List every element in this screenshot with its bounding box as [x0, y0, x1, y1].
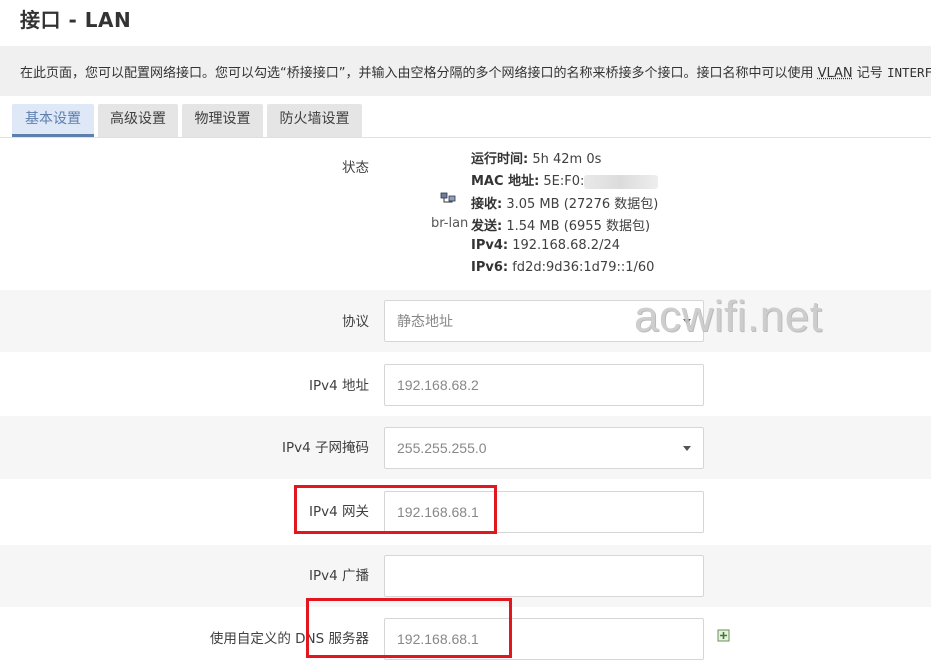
status-row: 状态 [0, 138, 931, 290]
ipv4-key: IPv4: [471, 238, 509, 253]
description-code: INTERFACE [886, 65, 931, 80]
broadcast-label: IPv4 广播 [309, 568, 369, 584]
mac-value: 5E:F0: [543, 174, 585, 189]
tab-firewall-settings[interactable]: 防火墙设置 [267, 104, 362, 137]
vlan-abbr: VLAN [817, 66, 853, 81]
add-entry-icon[interactable] [717, 628, 731, 642]
tab-physical-settings[interactable]: 物理设置 [182, 104, 263, 137]
description-text: 在此页面，您可以配置网络接口。您可以勾选“桥接接口”，并输入由空格分隔的多个网络… [20, 66, 818, 81]
watermark: acwifi.net [634, 292, 823, 341]
netmask-value: 255.255.255.0 [397, 440, 487, 456]
highlight-box [294, 485, 497, 534]
tx-value: 1.54 MB (6955 数据包) [506, 219, 651, 234]
ipv4-value: 192.168.68.2/24 [512, 238, 620, 253]
status-ipv6: IPv6: fd2d:9d36:1d79::1/60 [471, 260, 654, 275]
rx-value: 3.05 MB (27276 数据包) [506, 197, 659, 212]
page-title: 接口 - LAN [20, 8, 132, 32]
ipv4-address-input[interactable]: 192.168.68.2 [384, 364, 704, 406]
protocol-label: 协议 [342, 314, 369, 330]
broadcast-input[interactable] [384, 555, 704, 597]
netmask-label: IPv4 子网掩码 [282, 440, 369, 456]
mac-key: MAC 地址: [471, 174, 540, 189]
status-tx: 发送: 1.54 MB (6955 数据包) [471, 215, 650, 234]
ipv4-address-row: IPv4 地址 192.168.68.2 [0, 352, 931, 416]
tx-key: 发送: [471, 219, 503, 234]
uptime-value: 5h 42m 0s [532, 152, 602, 167]
netmask-select[interactable]: 255.255.255.0 [384, 427, 704, 469]
chevron-down-icon [683, 446, 691, 451]
ipv4-address-label: IPv4 地址 [309, 378, 369, 394]
ipv6-value: fd2d:9d36:1d79::1/60 [512, 260, 655, 275]
page-description: 在此页面，您可以配置网络接口。您可以勾选“桥接接口”，并输入由空格分隔的多个网络… [0, 46, 931, 96]
tab-basic-settings[interactable]: 基本设置 [12, 104, 94, 137]
status-label: 状态 [342, 160, 369, 176]
ipv6-key: IPv6: [471, 260, 509, 275]
status-uptime: 运行时间: 5h 42m 0s [471, 148, 601, 167]
mac-redacted [584, 174, 659, 189]
highlight-box [306, 598, 512, 658]
protocol-value: 静态地址 [397, 313, 453, 329]
status-mac: MAC 地址: 5E:F0: [471, 170, 659, 189]
tab-advanced-settings[interactable]: 高级设置 [98, 104, 178, 137]
netmask-row: IPv4 子网掩码 255.255.255.0 [0, 416, 931, 479]
rx-key: 接收: [471, 197, 503, 212]
status-rx: 接收: 3.05 MB (27276 数据包) [471, 193, 658, 212]
status-ipv4: IPv4: 192.168.68.2/24 [471, 238, 620, 253]
network-interface-icon [440, 192, 456, 203]
description-text-mid: 记号 [852, 66, 887, 81]
interface-name: br-lan [431, 216, 469, 231]
uptime-key: 运行时间: [471, 152, 529, 167]
